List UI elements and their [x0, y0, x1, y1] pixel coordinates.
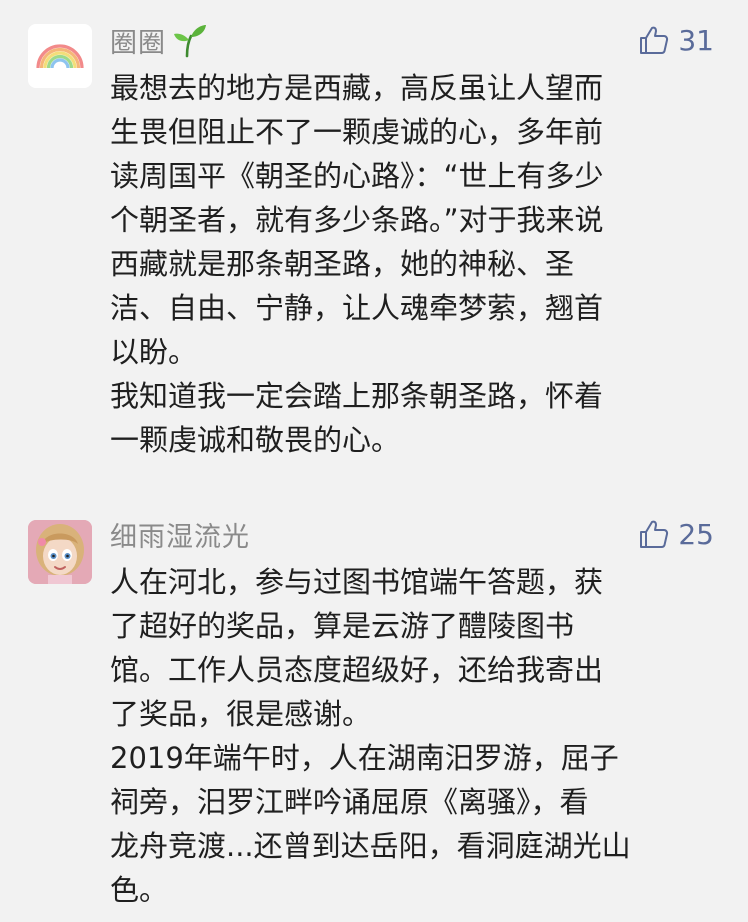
username-row: 圈圈	[110, 21, 208, 60]
avatar[interactable]	[28, 520, 92, 584]
sprout-icon	[172, 22, 208, 58]
username[interactable]: 圈圈	[110, 21, 166, 60]
comment-text: 最想去的地方是西藏，高反虽让人望而 生畏但阻止不了一颗虔诚的心，多年前 读周国平…	[110, 66, 710, 462]
username-row: 细雨湿流光	[110, 515, 250, 554]
comment-paragraph: 2019年端午时，人在湖南汨罗游，屈子 祠旁，汨罗江畔吟诵屈原《离骚》，看 龙舟…	[110, 741, 631, 907]
comment-paragraph: 最想去的地方是西藏，高反虽让人望而 生畏但阻止不了一颗虔诚的心，多年前 读周国平…	[110, 71, 604, 369]
username[interactable]: 细雨湿流光	[110, 515, 250, 554]
thumbs-up-icon	[640, 26, 669, 54]
comment-text: 人在河北，参与过图书馆端午答题，获 了超好的奖品，算是云游了醴陵图书 馆。工作人…	[110, 560, 710, 912]
rainbow-icon	[28, 24, 92, 88]
comment-paragraph: 人在河北，参与过图书馆端午答题，获 了超好的奖品，算是云游了醴陵图书 馆。工作人…	[110, 565, 604, 731]
like-button[interactable]: 25	[638, 516, 714, 552]
avatar[interactable]	[28, 24, 92, 88]
thumbs-up-icon	[640, 520, 669, 548]
cartoon-girl-avatar	[28, 520, 92, 584]
like-count: 31	[678, 23, 714, 57]
like-button[interactable]: 31	[638, 22, 714, 58]
like-count: 25	[678, 517, 714, 551]
comment-paragraph: 我知道我一定会踏上那条朝圣路，怀着 一颗虔诚和敬畏的心。	[110, 379, 604, 457]
